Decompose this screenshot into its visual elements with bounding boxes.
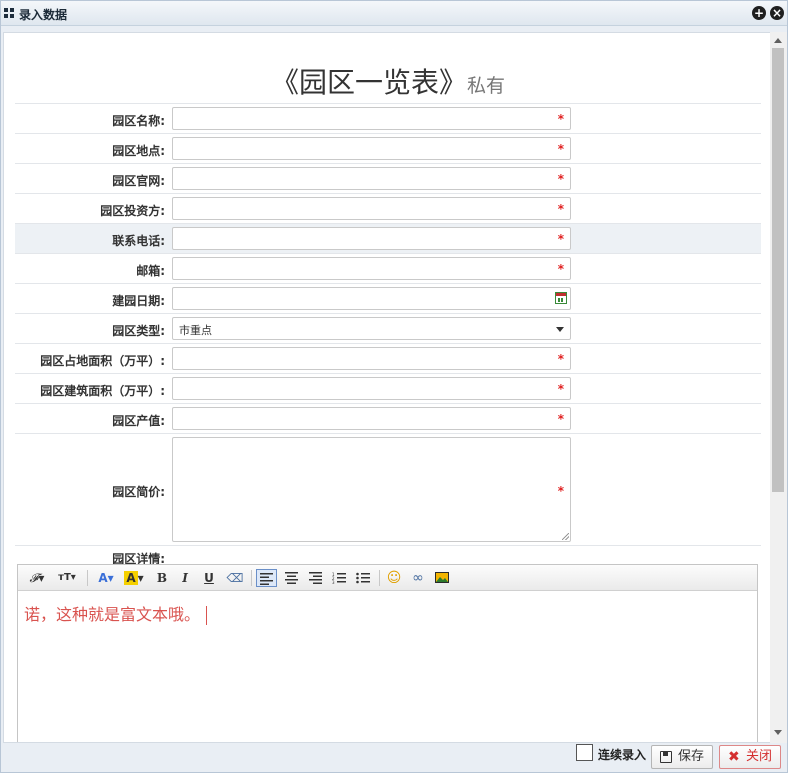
field-label: 建园日期: [112, 294, 165, 308]
form-content: 《园区一览表》私有 园区名称: * 园区地点: * 园区官网: * 园区投资方: * 联系电话:… [3, 32, 771, 743]
calendar-icon[interactable] [555, 292, 567, 304]
form-row: 邮箱: * [15, 253, 761, 283]
field-label: 园区类型: [112, 324, 165, 338]
window-title: 录入数据 [19, 8, 68, 22]
text-input[interactable]: * [172, 137, 571, 160]
form-row: 建园日期: [15, 283, 761, 313]
intro-textarea[interactable]: * [172, 437, 571, 542]
field-label: 园区官网: [112, 174, 165, 188]
text-input[interactable]: * [172, 227, 571, 250]
required-mark: * [557, 142, 564, 156]
required-mark: * [557, 262, 564, 276]
field-label: 园区占地面积（万平）: [40, 354, 165, 368]
font-size-icon[interactable]: тT▾ [54, 569, 80, 587]
park-type-select[interactable]: 市重点 [172, 317, 571, 340]
form-row: 园区地点: * [15, 133, 761, 163]
ordered-list-icon[interactable]: 123 [330, 569, 348, 587]
text-input[interactable]: * [172, 197, 571, 220]
page-title: 《园区一览表》 [270, 66, 467, 99]
text-input[interactable]: * [172, 107, 571, 130]
form-row: 园区投资方: * [15, 193, 761, 223]
intro-label: 园区简价: [112, 485, 165, 499]
italic-icon[interactable]: I [178, 569, 192, 587]
required-mark: * [557, 352, 564, 366]
font-color-icon[interactable]: A▾ [95, 569, 117, 587]
save-icon [660, 751, 672, 763]
field-label: 联系电话: [112, 234, 165, 248]
text-input[interactable]: * [172, 347, 571, 370]
font-family-icon[interactable]: 𝓕▾ [26, 569, 48, 587]
required-mark: * [557, 232, 564, 246]
form-row: 联系电话: * [15, 223, 761, 253]
text-input[interactable]: * [172, 257, 571, 280]
date-input[interactable] [172, 287, 571, 310]
close-button[interactable]: ✖ 关闭 [719, 745, 781, 769]
text-cursor [206, 606, 208, 625]
form-row: 园区产值: * [15, 403, 761, 433]
vertical-scrollbar[interactable] [770, 32, 787, 743]
toolbar-separator [251, 570, 252, 586]
continuous-entry-checkbox[interactable] [576, 744, 593, 761]
eraser-icon[interactable]: ⌫ [226, 569, 244, 587]
editor-text: 诺，这种就是富文本哦。 [24, 605, 201, 624]
required-mark: * [557, 202, 564, 216]
form-heading: 《园区一览表》私有 [4, 61, 770, 101]
text-input[interactable]: * [172, 407, 571, 430]
underline-icon[interactable]: U [202, 569, 216, 587]
close-window-icon[interactable]: × [770, 6, 784, 20]
align-center-icon[interactable] [282, 569, 300, 587]
form-row: 园区类型: 市重点 [15, 313, 761, 343]
dialog-window: 录入数据 + × 《园区一览表》私有 园区名称: * 园区地点: * 园区官网: * 园区投… [0, 0, 788, 773]
form-row: 园区建筑面积（万平）: * [15, 373, 761, 403]
save-button[interactable]: 保存 [651, 745, 713, 769]
image-icon[interactable] [433, 569, 451, 587]
maximize-icon[interactable]: + [752, 6, 766, 20]
field-label: 园区名称: [112, 114, 165, 128]
resize-handle-icon[interactable] [562, 533, 569, 540]
grid-icon [4, 8, 15, 19]
field-label: 邮箱: [136, 264, 165, 278]
text-input[interactable]: * [172, 377, 571, 400]
form-row: 园区官网: * [15, 163, 761, 193]
form-row: 园区占地面积（万平）: * [15, 343, 761, 373]
toolbar-separator [379, 570, 380, 586]
field-label: 园区地点: [112, 144, 165, 158]
emoji-icon[interactable]: ☺ [385, 569, 403, 587]
scroll-thumb[interactable] [772, 48, 784, 492]
form-row: 园区名称: * [15, 103, 761, 133]
detail-row: 园区详情: [15, 545, 761, 566]
editor-toolbar: 𝓕▾ тT▾ A▾ A ▾ B I U ⌫ 1 2 3 ☺ ∞ [18, 565, 757, 591]
editor-content[interactable]: 诺，这种就是富文本哦。 [24, 601, 208, 625]
required-mark: * [557, 112, 564, 126]
scroll-up-icon[interactable] [774, 38, 782, 43]
field-label: 园区建筑面积（万平）: [40, 384, 165, 398]
highlight-color-icon[interactable]: A ▾ [122, 569, 146, 587]
continuous-entry-label: 连续录入 [598, 748, 647, 762]
required-mark: * [557, 412, 564, 426]
link-icon[interactable]: ∞ [409, 569, 427, 587]
rich-text-editor[interactable]: 𝓕▾ тT▾ A▾ A ▾ B I U ⌫ 1 2 3 ☺ ∞ 诺，这种就是富文… [17, 564, 758, 742]
selected-value: 市重点 [179, 324, 212, 337]
close-icon: ✖ [728, 749, 740, 765]
align-left-icon[interactable] [256, 569, 277, 587]
toolbar-separator [87, 570, 88, 586]
dialog-footer: 连续录入 保存 ✖ 关闭 [1, 744, 787, 772]
bold-icon[interactable]: B [155, 569, 169, 587]
chevron-down-icon [556, 327, 564, 332]
svg-text:3: 3 [332, 580, 335, 584]
required-mark: * [557, 172, 564, 186]
unordered-list-icon[interactable] [354, 569, 372, 587]
field-label: 园区产值: [112, 414, 165, 428]
text-input[interactable]: * [172, 167, 571, 190]
page-subtitle: 私有 [467, 75, 506, 97]
required-mark: * [557, 484, 564, 498]
required-mark: * [557, 382, 564, 396]
titlebar: 录入数据 + × [1, 1, 787, 26]
align-right-icon[interactable] [306, 569, 324, 587]
scroll-down-icon[interactable] [774, 730, 782, 735]
field-label: 园区投资方: [100, 204, 165, 218]
intro-row: 园区简价: * [15, 433, 761, 545]
